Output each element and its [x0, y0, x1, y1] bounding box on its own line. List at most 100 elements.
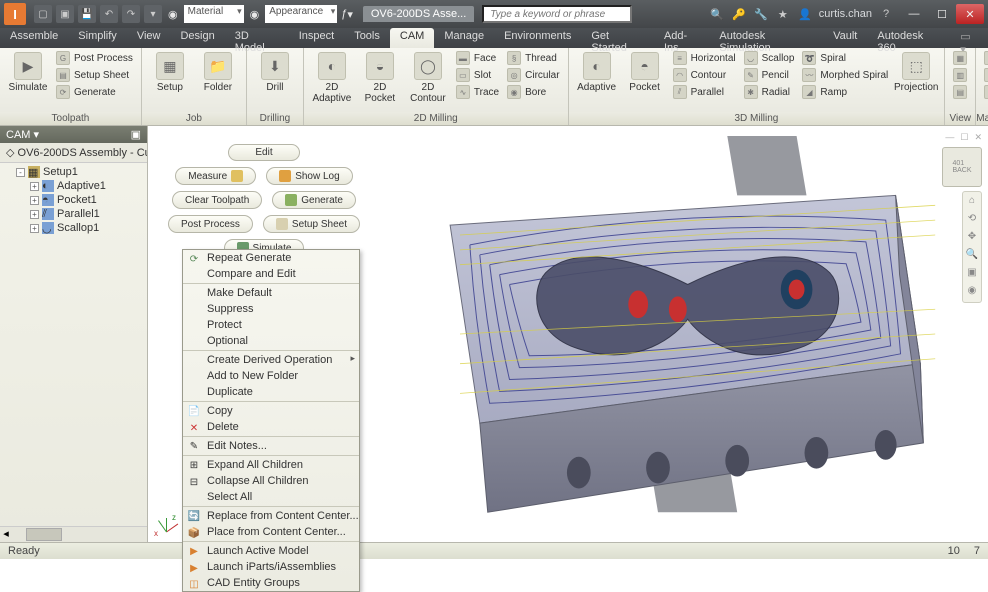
post-pill[interactable]: Post Process — [168, 215, 253, 233]
browser-header[interactable]: CAM ▾▣ — [0, 126, 147, 143]
close-button[interactable]: ✕ — [956, 4, 984, 24]
ctx-default[interactable]: Make Default — [183, 283, 359, 301]
star-icon[interactable]: ★ — [775, 6, 791, 22]
ctx-notes[interactable]: ✎Edit Notes... — [183, 436, 359, 454]
qat-new-icon[interactable]: ▢ — [34, 5, 52, 23]
ctx-optional[interactable]: Optional — [183, 333, 359, 349]
browser-scrollbar[interactable]: ◂ — [0, 526, 147, 542]
trace-button[interactable]: ∿Trace — [454, 84, 501, 100]
generate-button[interactable]: ⟳Generate — [54, 84, 135, 100]
showlog-pill[interactable]: Show Log — [266, 167, 352, 185]
browser-root[interactable]: ◇ OV6-200DS Assembly - Custome — [0, 143, 147, 163]
2dpocket-button[interactable]: ◒2D Pocket — [358, 50, 402, 104]
tab-view[interactable]: View — [127, 28, 171, 48]
simulate-button[interactable]: ▶Simulate — [6, 50, 50, 93]
ctx-replace[interactable]: 🔄Replace from Content Center... — [183, 506, 359, 524]
qat-open-icon[interactable]: ▣ — [56, 5, 74, 23]
tab-inspect[interactable]: Inspect — [289, 28, 344, 48]
ramp-button[interactable]: ◢Ramp — [800, 84, 890, 100]
material-combo[interactable]: Material — [184, 5, 244, 23]
mini-close-icon[interactable]: ✕ — [974, 132, 982, 143]
3dadaptive-button[interactable]: ◐Adaptive — [575, 50, 619, 93]
setup-button[interactable]: ▦Setup — [148, 50, 192, 93]
ctx-protect[interactable]: Protect — [183, 317, 359, 333]
2dadaptive-button[interactable]: ◐2D Adaptive — [310, 50, 354, 104]
orbit-icon[interactable]: ⟲ — [965, 213, 979, 227]
ctx-repeat[interactable]: ⟳Repeat Generate — [183, 250, 359, 266]
mini-max-icon[interactable]: ☐ — [960, 132, 968, 143]
spiral-button[interactable]: ➰Spiral — [800, 50, 890, 66]
qat-more-icon[interactable]: ▾ — [144, 5, 162, 23]
tree-setup[interactable]: -▦Setup1 — [4, 165, 143, 179]
zoom-icon[interactable]: 🔍 — [965, 249, 979, 263]
folder-button[interactable]: 📁Folder — [196, 50, 240, 93]
tab-tools[interactable]: Tools — [344, 28, 390, 48]
qat-sphere-icon[interactable]: ◉ — [168, 8, 178, 21]
ctx-place[interactable]: 📦Place from Content Center... — [183, 524, 359, 540]
pan-icon[interactable]: ✥ — [965, 231, 979, 245]
ctx-compare[interactable]: Compare and Edit — [183, 266, 359, 282]
sheet-pill[interactable]: Setup Sheet — [263, 215, 360, 233]
measure-pill[interactable]: Measure — [175, 167, 256, 185]
setupsheet-button[interactable]: ▤Setup Sheet — [54, 67, 135, 83]
ctx-selectall[interactable]: Select All — [183, 489, 359, 505]
circular-button[interactable]: ◎Circular — [505, 67, 561, 83]
viewport[interactable]: Edit Measure Show Log Clear Toolpath Gen… — [148, 126, 988, 542]
postprocess-button[interactable]: GPost Process — [54, 50, 135, 66]
generate-pill[interactable]: Generate — [272, 191, 356, 209]
clear-pill[interactable]: Clear Toolpath — [172, 191, 262, 209]
home-icon[interactable]: ⌂ — [965, 195, 979, 209]
manage-btn1[interactable]: ⚙ — [982, 50, 988, 66]
help-icon[interactable]: ? — [878, 6, 894, 22]
document-tab[interactable]: OV6-200DS Asse... — [363, 6, 474, 22]
qat-redo-icon[interactable]: ↷ — [122, 5, 140, 23]
tree-op[interactable]: +◡Scallop1 — [4, 221, 143, 235]
qat-save-icon[interactable]: 💾 — [78, 5, 96, 23]
search-input[interactable] — [482, 5, 632, 23]
ctx-suppress[interactable]: Suppress — [183, 301, 359, 317]
tree-op[interactable]: +⫽Parallel1 — [4, 207, 143, 221]
thread-button[interactable]: §Thread — [505, 50, 561, 66]
tab-assemble[interactable]: Assemble — [0, 28, 68, 48]
qat-appearance-icon[interactable]: ◉ — [250, 8, 260, 21]
view-btn1[interactable]: ▦ — [951, 50, 969, 66]
view-btn2[interactable]: ▥ — [951, 67, 969, 83]
3dpocket-button[interactable]: ◓Pocket — [623, 50, 667, 93]
mini-min-icon[interactable]: — — [945, 132, 954, 143]
ctx-delete[interactable]: ✕Delete — [183, 419, 359, 435]
2dcontour-button[interactable]: ◯2D Contour — [406, 50, 450, 104]
tab-3dmodel[interactable]: 3D Model — [225, 28, 289, 48]
morphed-button[interactable]: 〰Morphed Spiral — [800, 67, 890, 83]
tab-cam[interactable]: CAM — [390, 28, 434, 48]
app-icon[interactable]: I — [4, 3, 26, 25]
ctx-newfolder[interactable]: Add to New Folder — [183, 368, 359, 384]
face-button[interactable]: ▬Face — [454, 50, 501, 66]
tab-simplify[interactable]: Simplify — [68, 28, 127, 48]
fullnav-icon[interactable]: ◉ — [965, 285, 979, 299]
tree-op[interactable]: +◓Pocket1 — [4, 193, 143, 207]
tab-environments[interactable]: Environments — [494, 28, 581, 48]
tab-a360[interactable]: Autodesk 360 — [867, 28, 950, 48]
view-cube[interactable]: 401BACK — [942, 147, 982, 187]
tab-manage[interactable]: Manage — [434, 28, 494, 48]
bore-button[interactable]: ◉Bore — [505, 84, 561, 100]
ctx-launch[interactable]: ▶Launch Active Model — [183, 541, 359, 559]
ctx-duplicate[interactable]: Duplicate — [183, 384, 359, 400]
ctx-iparts[interactable]: ▶Launch iParts/iAssemblies — [183, 559, 359, 575]
radial-button[interactable]: ✱Radial — [742, 84, 797, 100]
binoculars-icon[interactable]: 🔍 — [709, 6, 725, 22]
projection-button[interactable]: ⬚Projection — [894, 50, 938, 93]
ribbon-collapse-icon[interactable]: ▭ ▾ — [950, 28, 988, 48]
wrench-icon[interactable]: 🔧 — [753, 6, 769, 22]
ctx-collapse[interactable]: ⊟Collapse All Children — [183, 473, 359, 489]
minimize-button[interactable]: — — [900, 4, 928, 24]
browser-pin-icon[interactable]: ▣ — [131, 128, 141, 141]
tab-design[interactable]: Design — [170, 28, 224, 48]
qat-dropdown-icon[interactable]: ▾ — [347, 8, 353, 21]
pencil-button[interactable]: ✎Pencil — [742, 67, 797, 83]
slot-button[interactable]: ▭Slot — [454, 67, 501, 83]
contour-button[interactable]: ◠Contour — [671, 67, 738, 83]
appearance-combo[interactable]: Appearance — [265, 5, 337, 23]
ctx-expand[interactable]: ⊞Expand All Children — [183, 455, 359, 473]
lookat-icon[interactable]: ▣ — [965, 267, 979, 281]
